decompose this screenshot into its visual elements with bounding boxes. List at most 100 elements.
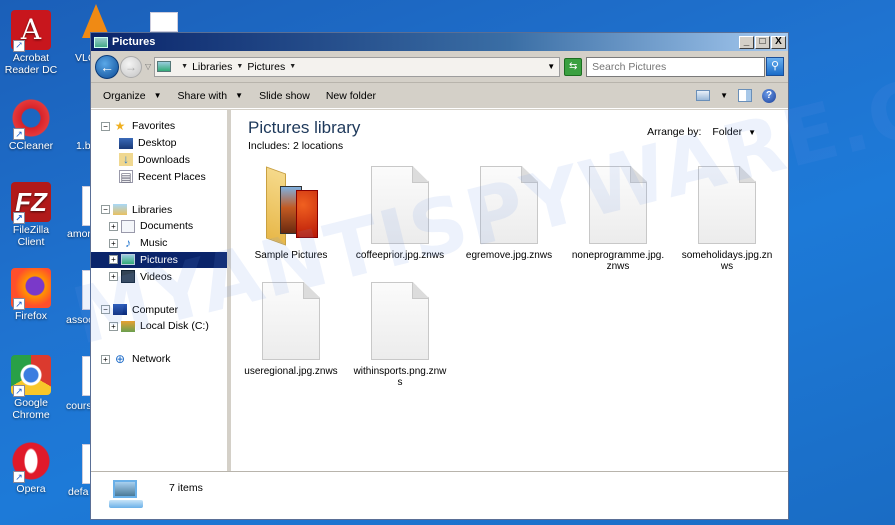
desktop-icon-label: Firefox: [14, 310, 48, 322]
shortcut-arrow-icon: ↗: [13, 40, 25, 52]
filezilla-icon: FZ ↗: [11, 182, 51, 224]
share-with-button[interactable]: Share with ▼: [178, 90, 244, 102]
tree-item-documents[interactable]: + Documents: [91, 218, 227, 235]
tree-item-computer[interactable]: − Computer: [91, 301, 227, 318]
share-with-label: Share with: [177, 89, 228, 102]
expand-icon[interactable]: +: [109, 321, 118, 331]
tree-label: Libraries: [132, 203, 173, 216]
breadcrumb-pictures[interactable]: Pictures: [247, 61, 285, 73]
desktop-icon-acrobat[interactable]: A ↗ Acrobat Reader DC: [0, 10, 62, 76]
music-icon: ♪: [125, 235, 131, 250]
address-field[interactable]: ▼ Libraries ▼ Pictures ▼ ▼: [154, 56, 561, 77]
item-name: coffeeprior.jpg.znws: [355, 250, 445, 261]
back-button[interactable]: ←: [95, 54, 119, 79]
breadcrumb-chevron-icon[interactable]: ▼: [181, 63, 188, 70]
recent-pages-dropdown[interactable]: ▽: [145, 62, 151, 71]
tree-item-network[interactable]: + ⊕ Network: [91, 351, 227, 368]
expand-icon[interactable]: +: [109, 255, 118, 265]
item-count: 7 items: [169, 482, 203, 494]
tree-label: Documents: [140, 220, 194, 233]
navigation-pane: − ★ Favorites Desktop ↓ Downloads ▤ Rece…: [91, 110, 231, 471]
expand-icon[interactable]: +: [109, 238, 118, 248]
tree-item-videos[interactable]: + Videos: [91, 268, 227, 285]
folder-item[interactable]: Sample Pictures: [241, 164, 341, 272]
recent-places-icon: ▤: [119, 170, 133, 185]
item-name: someholidays.jpg.znws: [681, 250, 773, 272]
tree-item-favorites[interactable]: − ★ Favorites: [91, 118, 227, 135]
desktop-icon-label: amor: [67, 228, 91, 240]
tree-item-desktop[interactable]: Desktop: [91, 135, 227, 152]
organize-button[interactable]: Organize ▼: [103, 90, 162, 102]
preview-pane-icon[interactable]: [738, 89, 752, 102]
downloads-icon: ↓: [119, 153, 133, 167]
file-icon: [371, 282, 429, 360]
tree-item-pictures[interactable]: + Pictures: [91, 251, 227, 269]
tree-item-libraries[interactable]: − Libraries: [91, 201, 227, 218]
window-title: Pictures: [112, 36, 156, 48]
expand-icon[interactable]: +: [101, 354, 110, 364]
command-bar: Organize ▼ Share with ▼ Slide show New fol…: [91, 83, 788, 109]
address-history-dropdown[interactable]: ▼: [547, 62, 555, 71]
desktop-icon-ccleaner[interactable]: ↗ CCleaner: [0, 98, 62, 152]
desktop-icon-label: FileZilla Client: [12, 224, 50, 248]
collapse-icon[interactable]: −: [101, 305, 110, 315]
desktop-icon-opera[interactable]: ↗ Opera: [0, 441, 62, 495]
maximize-button[interactable]: □: [755, 35, 770, 49]
expand-icon[interactable]: +: [109, 221, 118, 231]
search-input[interactable]: [586, 56, 765, 77]
new-folder-button[interactable]: New folder: [326, 90, 376, 102]
details-pane: 7 items: [91, 471, 788, 519]
tree-label: Recent Places: [138, 170, 206, 183]
refresh-button[interactable]: ⇆: [564, 57, 583, 76]
firefox-icon: ↗: [11, 268, 51, 310]
file-item[interactable]: withinsports.png.znws: [350, 280, 450, 388]
desktop-icon-label: defa: [68, 486, 89, 498]
title-bar[interactable]: Pictures _ □ X: [91, 33, 788, 51]
chevron-down-icon[interactable]: ▼: [720, 91, 728, 100]
desktop-icon-label: Google Chrome: [12, 397, 50, 421]
shortcut-arrow-icon: ↗: [13, 298, 25, 310]
file-item[interactable]: someholidays.jpg.znws: [677, 164, 777, 272]
file-item[interactable]: coffeeprior.jpg.znws: [350, 164, 450, 272]
tree-item-local-disk[interactable]: + Local Disk (C:): [91, 318, 227, 335]
minimize-button[interactable]: _: [739, 35, 754, 49]
star-icon: ★: [114, 118, 126, 133]
documents-icon: [121, 219, 135, 233]
library-locations-link[interactable]: Includes: 2 locations: [248, 140, 788, 152]
tree-item-recent-places[interactable]: ▤ Recent Places: [91, 168, 227, 185]
forward-button[interactable]: →: [120, 55, 142, 78]
content-pane: Pictures library Includes: 2 locations A…: [231, 110, 788, 471]
collapse-icon[interactable]: −: [101, 205, 110, 215]
search-icon[interactable]: ⚲: [766, 57, 784, 76]
file-item[interactable]: useregional.jpg.znws: [241, 280, 341, 388]
file-icon: [698, 166, 756, 244]
desktop-icon-label: 1.b: [76, 140, 91, 152]
file-icon[interactable]: [150, 12, 178, 32]
change-view-icon[interactable]: [696, 90, 711, 101]
breadcrumb-chevron-icon[interactable]: ▼: [236, 63, 243, 70]
breadcrumb-chevron-icon[interactable]: ▼: [289, 63, 296, 70]
item-name: noneprogramme.jpg.znws: [571, 250, 665, 272]
close-button[interactable]: X: [771, 35, 786, 49]
file-icon: [589, 166, 647, 244]
tree-label: Favorites: [132, 120, 176, 133]
file-item[interactable]: egremove.jpg.znws: [459, 164, 559, 272]
file-item[interactable]: noneprogramme.jpg.znws: [568, 164, 668, 272]
desktop-icon: [119, 137, 133, 149]
slide-show-button[interactable]: Slide show: [259, 90, 310, 102]
desktop-icon-firefox[interactable]: ↗ Firefox: [0, 268, 62, 322]
collapse-icon[interactable]: −: [101, 121, 110, 131]
library-thumbnail-icon: [109, 480, 149, 512]
help-icon[interactable]: ?: [762, 88, 776, 103]
arrange-by-dropdown[interactable]: Folder ▼: [712, 126, 756, 138]
breadcrumb-libraries[interactable]: Libraries: [192, 61, 232, 73]
computer-icon: [113, 304, 127, 316]
libraries-icon: [113, 204, 127, 216]
pictures-folder-icon: [94, 36, 108, 48]
tree-item-music[interactable]: + ♪ Music: [91, 235, 227, 252]
desktop-icon-chrome[interactable]: ↗ Google Chrome: [0, 355, 62, 421]
tree-item-downloads[interactable]: ↓ Downloads: [91, 152, 227, 169]
desktop-icon-filezilla[interactable]: FZ ↗ FileZilla Client: [0, 182, 62, 248]
expand-icon[interactable]: +: [109, 272, 118, 282]
desktop-icon-label: Opera: [16, 483, 46, 495]
